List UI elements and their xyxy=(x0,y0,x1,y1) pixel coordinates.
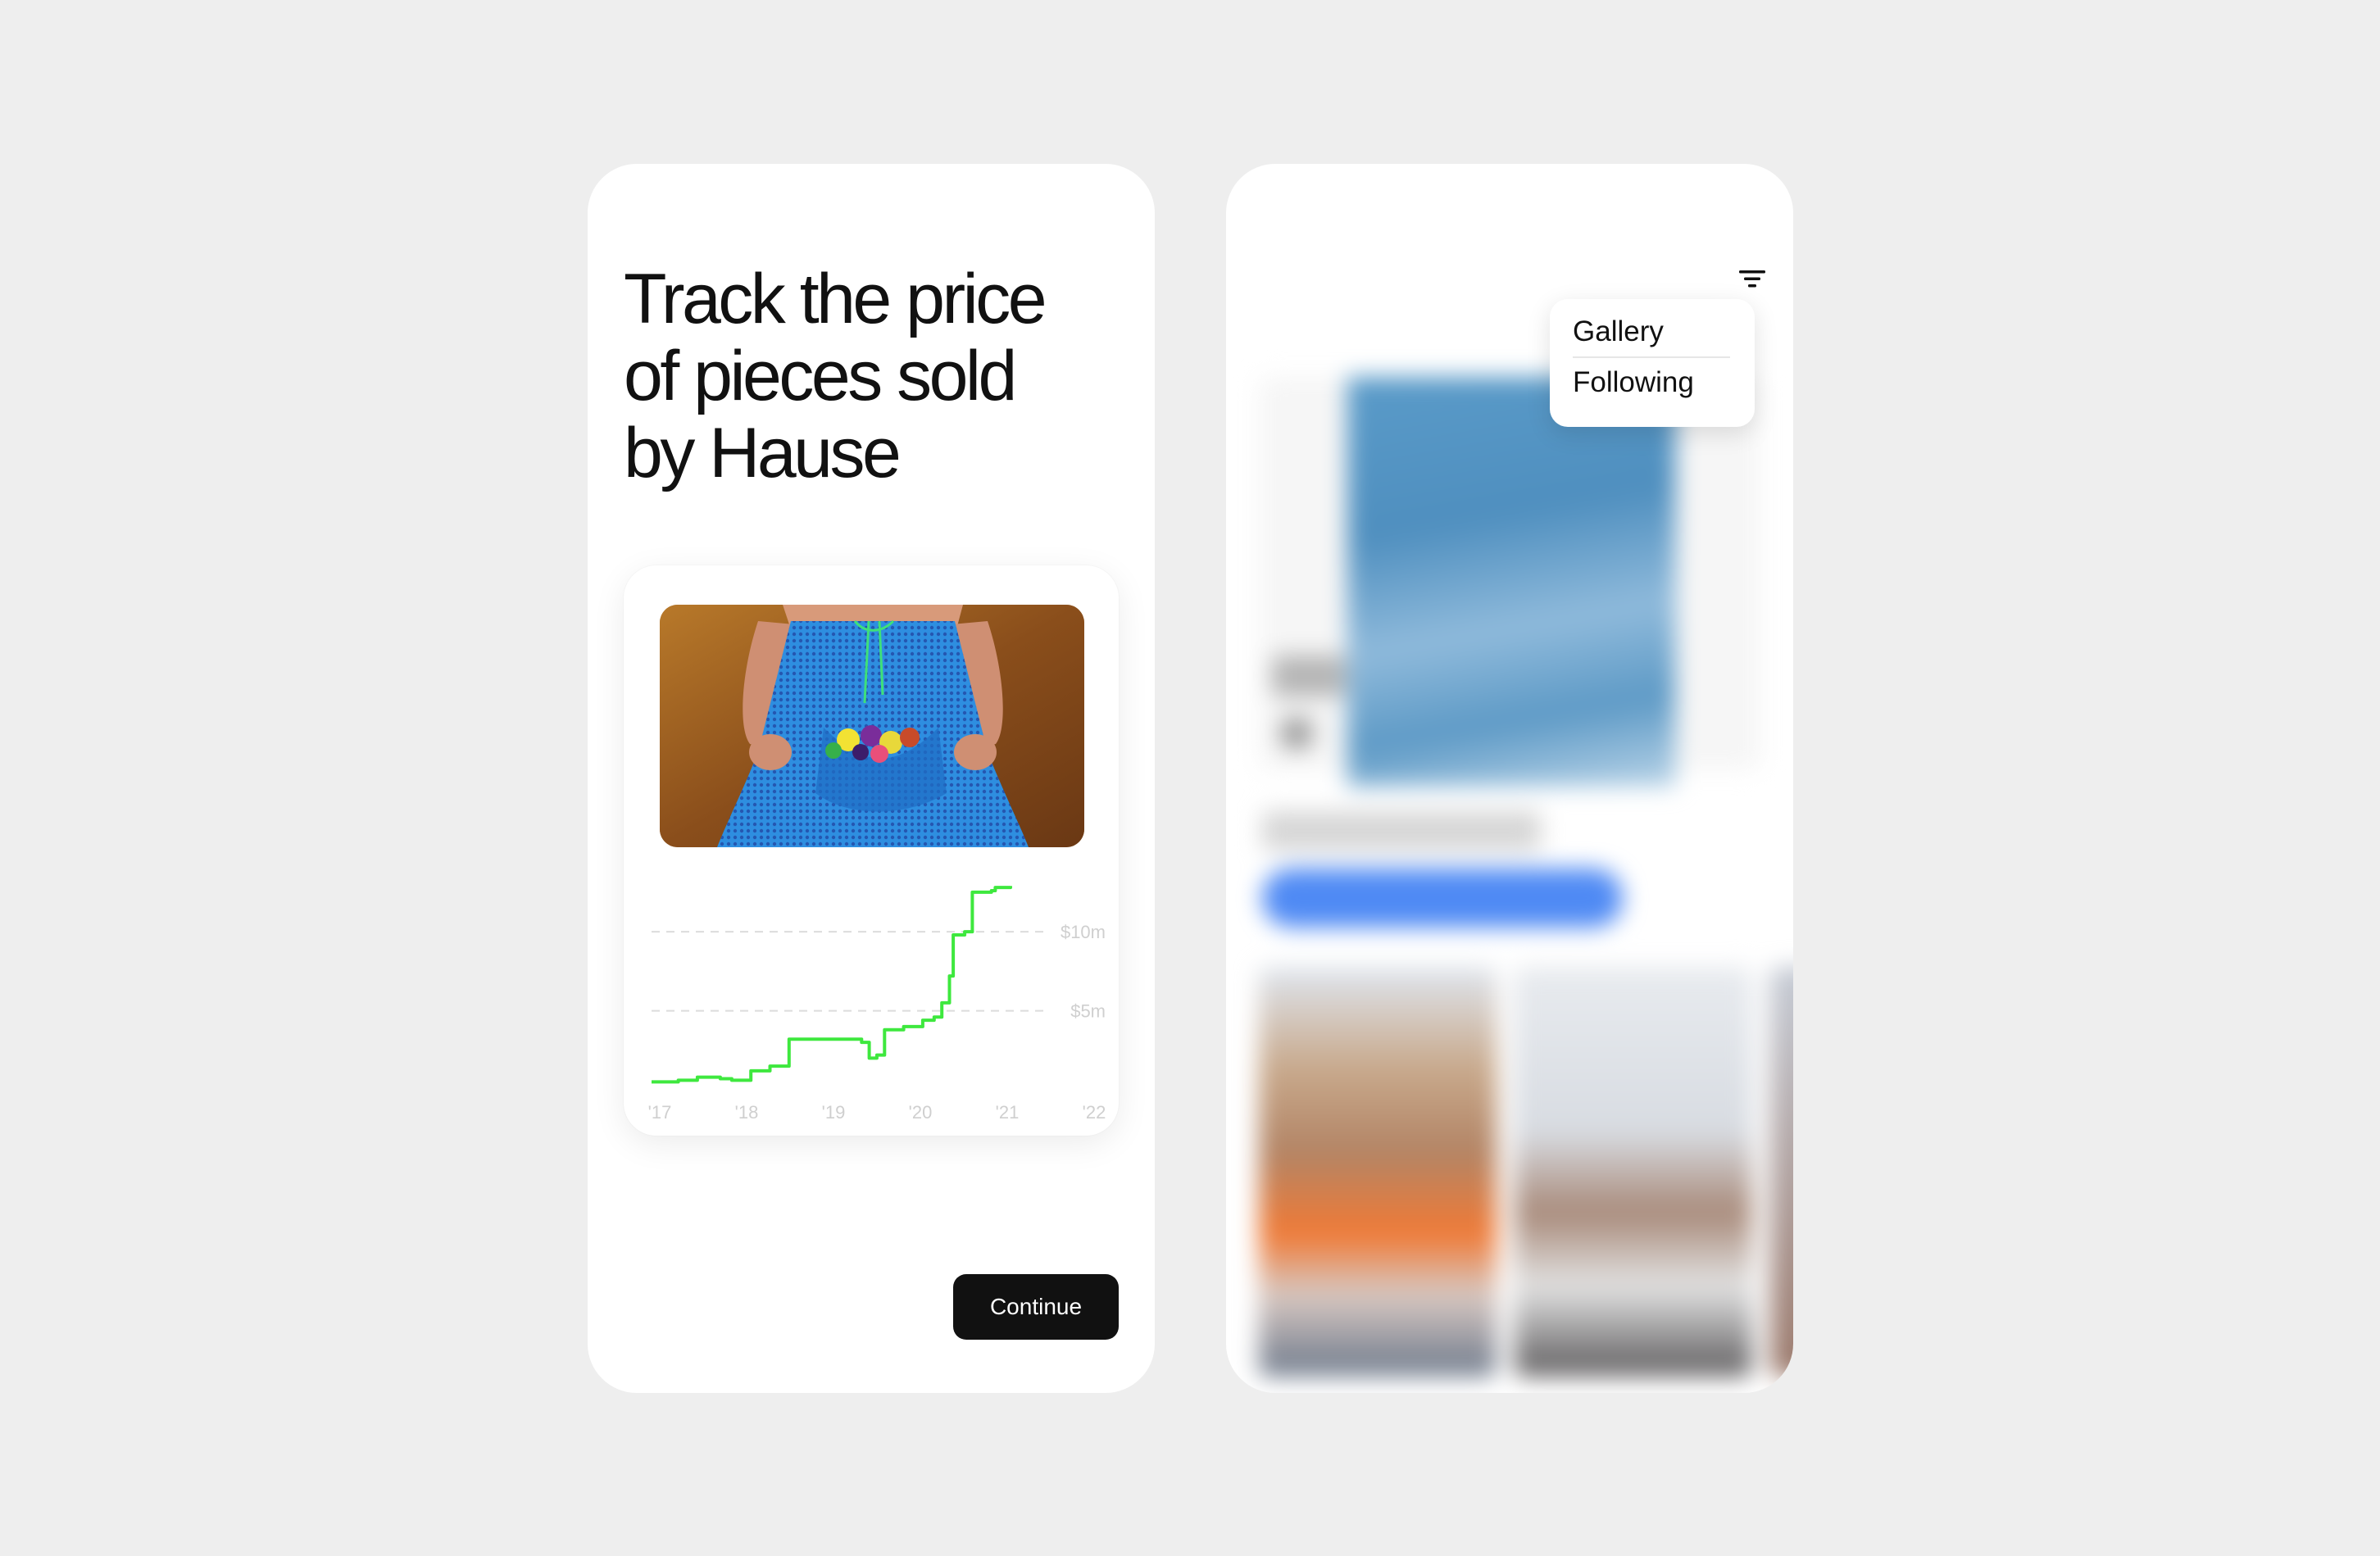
x-tick-label: '17 xyxy=(648,1102,672,1123)
blurred-featured-artwork xyxy=(1347,377,1675,787)
blurred-thumbnail xyxy=(1259,967,1497,1377)
blurred-section-title xyxy=(1262,811,1541,851)
blurred-thumbnail xyxy=(1515,967,1752,1377)
artwork-illustration xyxy=(660,605,1084,847)
blurred-page-title xyxy=(1262,254,1401,306)
price-chart-svg: $10m $5m '17 '18 '19 '20 '21 '22 xyxy=(648,886,1106,1123)
x-tick-label: '21 xyxy=(996,1102,1020,1123)
filter-icon xyxy=(1739,270,1765,288)
filter-button[interactable] xyxy=(1734,261,1770,297)
blurred-featured-text xyxy=(1272,656,1346,696)
blurred-thumbnail xyxy=(1770,967,1793,1377)
dropdown-option-gallery[interactable]: Gallery xyxy=(1573,307,1730,356)
price-history-chart: $10m $5m '17 '18 '19 '20 '21 '22 xyxy=(648,869,1107,1123)
headline-line-3: by Hause xyxy=(624,414,902,492)
x-tick-label: '22 xyxy=(1083,1102,1106,1123)
y-tick-label: $5m xyxy=(1070,1001,1106,1022)
filter-dropdown-menu: Gallery Following xyxy=(1550,299,1755,427)
blurred-artist-avatar xyxy=(1280,717,1313,750)
x-tick-label: '19 xyxy=(822,1102,846,1123)
artwork-image xyxy=(660,605,1084,847)
onboarding-headline: Track the price of pieces sold by Hause xyxy=(624,261,1132,492)
continue-button[interactable]: Continue xyxy=(953,1274,1119,1340)
x-tick-label: '20 xyxy=(909,1102,933,1123)
headline-line-1: Track the price xyxy=(624,260,1047,338)
x-tick-label: '18 xyxy=(735,1102,759,1123)
headline-line-2: of pieces sold xyxy=(624,337,1017,415)
gallery-screen: Gallery Following xyxy=(1226,164,1793,1393)
onboarding-screen: Track the price of pieces sold by Hause xyxy=(588,164,1155,1393)
y-tick-label: $10m xyxy=(1061,922,1106,942)
dropdown-option-following[interactable]: Following xyxy=(1573,358,1730,407)
price-series-line xyxy=(652,886,1012,1084)
blurred-pill-button xyxy=(1262,869,1623,928)
artwork-price-card: $10m $5m '17 '18 '19 '20 '21 '22 xyxy=(624,565,1119,1136)
